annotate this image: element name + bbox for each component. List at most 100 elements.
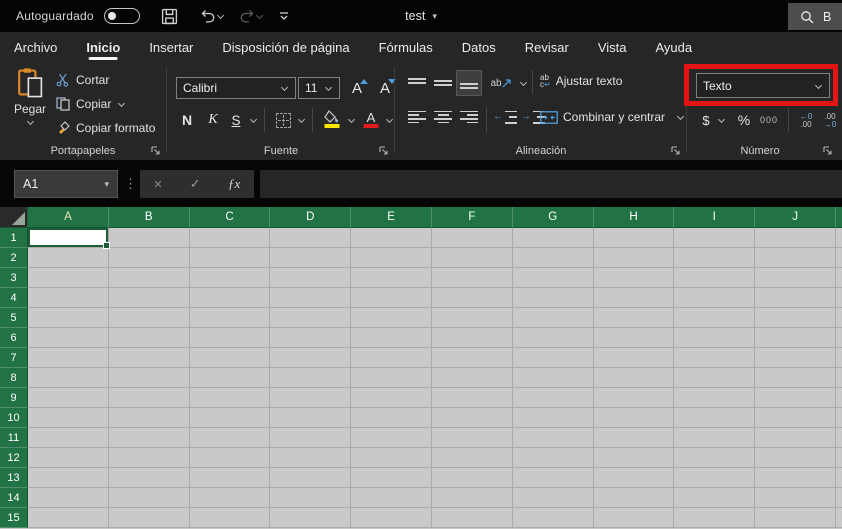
font-dialog-launcher[interactable] [378, 145, 390, 157]
cell-J9[interactable] [755, 388, 836, 408]
font-color-button[interactable]: A [360, 107, 382, 133]
cell-C14[interactable] [189, 488, 271, 508]
underline-button[interactable]: S [226, 107, 246, 133]
cell-C1[interactable] [189, 228, 271, 248]
select-all-button[interactable] [0, 207, 28, 228]
cell-I15[interactable] [674, 508, 756, 528]
column-header-I[interactable]: I [674, 207, 756, 228]
number-format-combobox[interactable]: Texto [696, 73, 830, 98]
cell-E10[interactable] [351, 408, 432, 428]
cell-D10[interactable] [270, 408, 352, 428]
cell-I11[interactable] [674, 428, 756, 448]
decrease-indent-button[interactable]: ← [492, 104, 518, 130]
increase-decimal-button[interactable]: ←0 .00 [794, 108, 818, 134]
cell-I12[interactable] [674, 448, 756, 468]
cell-D1[interactable] [270, 228, 352, 248]
cell-J14[interactable] [755, 488, 836, 508]
cell-B8[interactable] [108, 368, 190, 388]
cell-F4[interactable] [431, 288, 513, 308]
cell-D14[interactable] [270, 488, 352, 508]
column-header-C[interactable]: C [189, 207, 271, 228]
cell-I3[interactable] [674, 268, 756, 288]
save-button[interactable] [154, 3, 185, 29]
decrease-decimal-button[interactable]: .00 →0 [818, 108, 842, 134]
cell-C11[interactable] [189, 428, 271, 448]
cell-J15[interactable] [755, 508, 836, 528]
tab-revisar[interactable]: Revisar [525, 32, 569, 62]
cell-D12[interactable] [270, 448, 352, 468]
cell-J6[interactable] [755, 328, 836, 348]
cell-G3[interactable] [512, 268, 594, 288]
row-header-9[interactable]: 9 [0, 388, 28, 408]
cell-B2[interactable] [108, 248, 190, 268]
align-left-button[interactable] [404, 104, 430, 130]
italic-button[interactable]: K [202, 107, 224, 133]
cell-F1[interactable] [431, 228, 513, 248]
cell-J12[interactable] [755, 448, 836, 468]
cell-D8[interactable] [270, 368, 352, 388]
cell-H5[interactable] [593, 308, 675, 328]
cell-A2[interactable] [28, 248, 109, 268]
paste-dropdown-icon[interactable] [26, 118, 35, 126]
cancel-button[interactable]: × [154, 176, 163, 193]
cell-A7[interactable] [28, 348, 109, 368]
name-box[interactable]: A1 ▾ [14, 170, 118, 198]
cell-C4[interactable] [189, 288, 271, 308]
cell-I4[interactable] [674, 288, 756, 308]
tab-datos[interactable]: Datos [462, 32, 496, 62]
cell-A8[interactable] [28, 368, 109, 388]
cell-B11[interactable] [108, 428, 190, 448]
cell-G14[interactable] [512, 488, 594, 508]
document-title[interactable]: test ▾ [405, 9, 437, 23]
cell-J7[interactable] [755, 348, 836, 368]
cell-C13[interactable] [189, 468, 271, 488]
align-center-button[interactable] [430, 104, 456, 130]
cell-E3[interactable] [351, 268, 432, 288]
cell-F9[interactable] [431, 388, 513, 408]
column-header-E[interactable]: E [351, 207, 432, 228]
cell-A13[interactable] [28, 468, 109, 488]
bold-button[interactable]: N [176, 107, 198, 133]
column-header-D[interactable]: D [270, 207, 352, 228]
cell-G10[interactable] [512, 408, 594, 428]
cell-B4[interactable] [108, 288, 190, 308]
cell-E4[interactable] [351, 288, 432, 308]
cell-H7[interactable] [593, 348, 675, 368]
cell-E2[interactable] [351, 248, 432, 268]
row-header-7[interactable]: 7 [0, 348, 28, 368]
cell-H14[interactable] [593, 488, 675, 508]
cell-D11[interactable] [270, 428, 352, 448]
column-header-A[interactable]: A [28, 207, 109, 228]
align-top-button[interactable] [404, 70, 430, 96]
cell-D4[interactable] [270, 288, 352, 308]
cell-D13[interactable] [270, 468, 352, 488]
cell-D7[interactable] [270, 348, 352, 368]
cell-B15[interactable] [108, 508, 190, 528]
cell-I9[interactable] [674, 388, 756, 408]
row-header-8[interactable]: 8 [0, 368, 28, 388]
cell-B10[interactable] [108, 408, 190, 428]
cell-E13[interactable] [351, 468, 432, 488]
cell-J10[interactable] [755, 408, 836, 428]
column-header-F[interactable]: F [431, 207, 513, 228]
cell-G2[interactable] [512, 248, 594, 268]
thousands-format-button[interactable]: 000 [756, 107, 782, 133]
enter-button[interactable]: ✓ [190, 176, 201, 192]
cell-C7[interactable] [189, 348, 271, 368]
cell-G8[interactable] [512, 368, 594, 388]
cell-B1[interactable] [108, 228, 190, 248]
cell-C3[interactable] [189, 268, 271, 288]
cell-H13[interactable] [593, 468, 675, 488]
row-header-10[interactable]: 10 [0, 408, 28, 428]
cell-E9[interactable] [351, 388, 432, 408]
cell-C12[interactable] [189, 448, 271, 468]
cell-A11[interactable] [28, 428, 109, 448]
cell-I1[interactable] [674, 228, 756, 248]
cell-D6[interactable] [270, 328, 352, 348]
row-header-3[interactable]: 3 [0, 268, 28, 288]
format-painter-button[interactable]: Copiar formato [56, 118, 155, 138]
cell-B12[interactable] [108, 448, 190, 468]
cell-D2[interactable] [270, 248, 352, 268]
cell-H15[interactable] [593, 508, 675, 528]
row-header-15[interactable]: 15 [0, 508, 28, 528]
